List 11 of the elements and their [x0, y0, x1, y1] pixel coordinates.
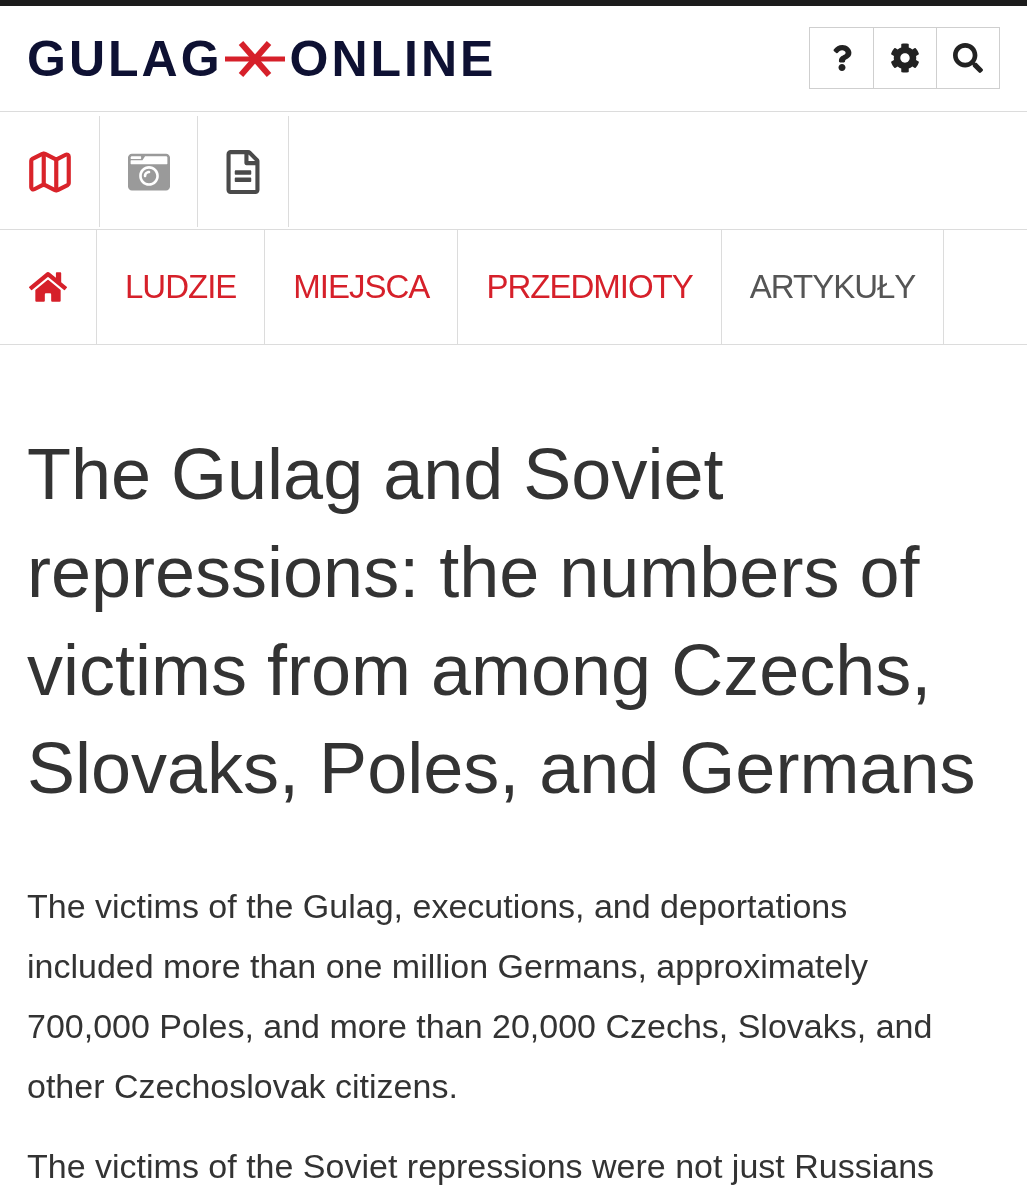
nav-link[interactable]: ARTYKUŁY: [721, 230, 945, 344]
site-logo[interactable]: GULAG ONLINE: [27, 33, 497, 84]
cross-icon: [222, 38, 287, 79]
nav-link[interactable]: LUDZIE: [97, 230, 266, 344]
search-icon: [953, 42, 983, 73]
article-paragraph: The victims of the Soviet repressions were not just Russians: [27, 1146, 936, 1187]
settings-icon: [890, 42, 920, 73]
article-paragraph: The victims of the Gulag, executions, and deportations included more than one million Germans, approximately 700,000 Poles, and more than 20,000 Czechs, Slovaks, and other Czechoslovak citizens.: [27, 886, 934, 1107]
nav-link[interactable]: PRZEDMIOTY: [458, 230, 722, 344]
nav-link[interactable]: MIEJSCA: [265, 230, 459, 344]
article-title: The Gulag and Soviet repressions: the numbers of victims from among Czechs, Slovaks, Poles, and Germans: [27, 433, 977, 810]
